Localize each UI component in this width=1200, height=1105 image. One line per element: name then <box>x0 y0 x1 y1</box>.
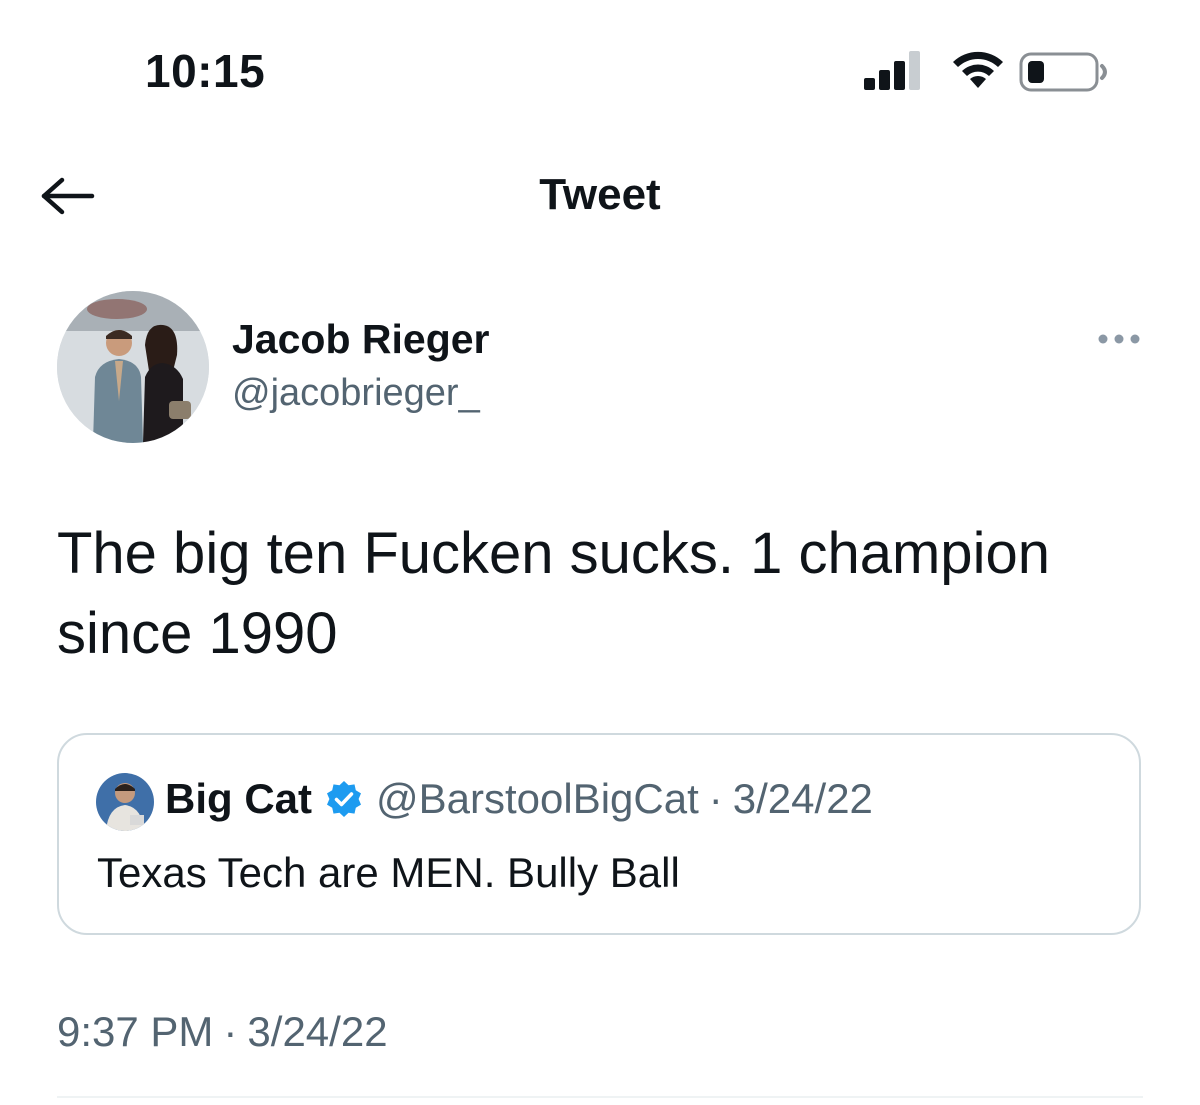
author-handle[interactable]: @jacobrieger_ <box>232 372 480 415</box>
more-horizontal-icon <box>1098 334 1140 344</box>
timestamp-separator: · <box>223 1008 238 1055</box>
tweet-timestamp: 9:37 PM · 3/24/22 <box>57 1008 388 1056</box>
profile-photo-icon <box>96 773 154 831</box>
page-title: Tweet <box>539 170 661 219</box>
profile-photo-icon <box>57 291 209 443</box>
tweet-text: The big ten Fucken sucks. 1 champion sin… <box>57 521 1050 666</box>
divider <box>57 1096 1143 1098</box>
status-time: 10:15 <box>145 45 266 97</box>
wifi-icon <box>953 51 1003 88</box>
nav-bar: Tweet <box>0 150 1200 240</box>
quoted-author-name[interactable]: Big Cat <box>165 775 312 823</box>
quoted-tweet-text: Texas Tech are MEN. Bully Ball <box>97 849 680 896</box>
quoted-author-handle[interactable]: @BarstoolBigCat <box>376 775 699 823</box>
quoted-separator: · <box>708 775 723 822</box>
tweet-date: 3/24/22 <box>247 1008 388 1055</box>
quoted-date: 3/24/22 <box>732 775 873 822</box>
avatar[interactable] <box>57 291 209 443</box>
more-button[interactable] <box>1094 325 1144 353</box>
battery-icon <box>1019 52 1107 92</box>
status-icons <box>862 48 1112 98</box>
quoted-tweet-card[interactable]: Big Cat @BarstoolBigCat · 3/24/22 Texas … <box>57 733 1141 935</box>
signal-icon <box>864 51 920 90</box>
verified-badge-icon <box>327 781 361 817</box>
quoted-header: Big Cat @BarstoolBigCat · 3/24/22 <box>165 775 873 823</box>
tweet-time: 9:37 PM <box>57 1008 214 1055</box>
author-name[interactable]: Jacob Rieger <box>232 316 490 363</box>
status-bar: 10:15 <box>0 0 1200 130</box>
quoted-avatar <box>96 773 154 831</box>
